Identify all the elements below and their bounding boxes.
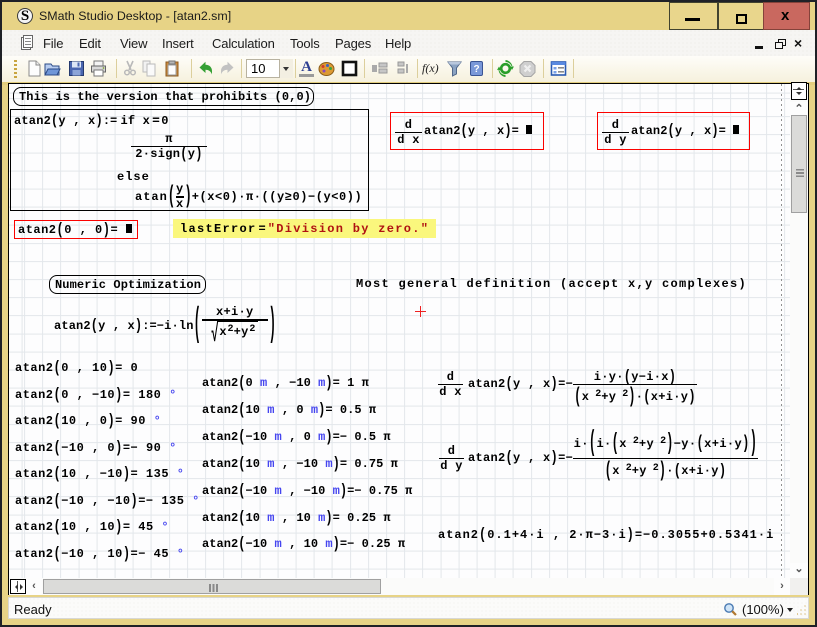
svg-text:?: ? bbox=[473, 64, 479, 75]
